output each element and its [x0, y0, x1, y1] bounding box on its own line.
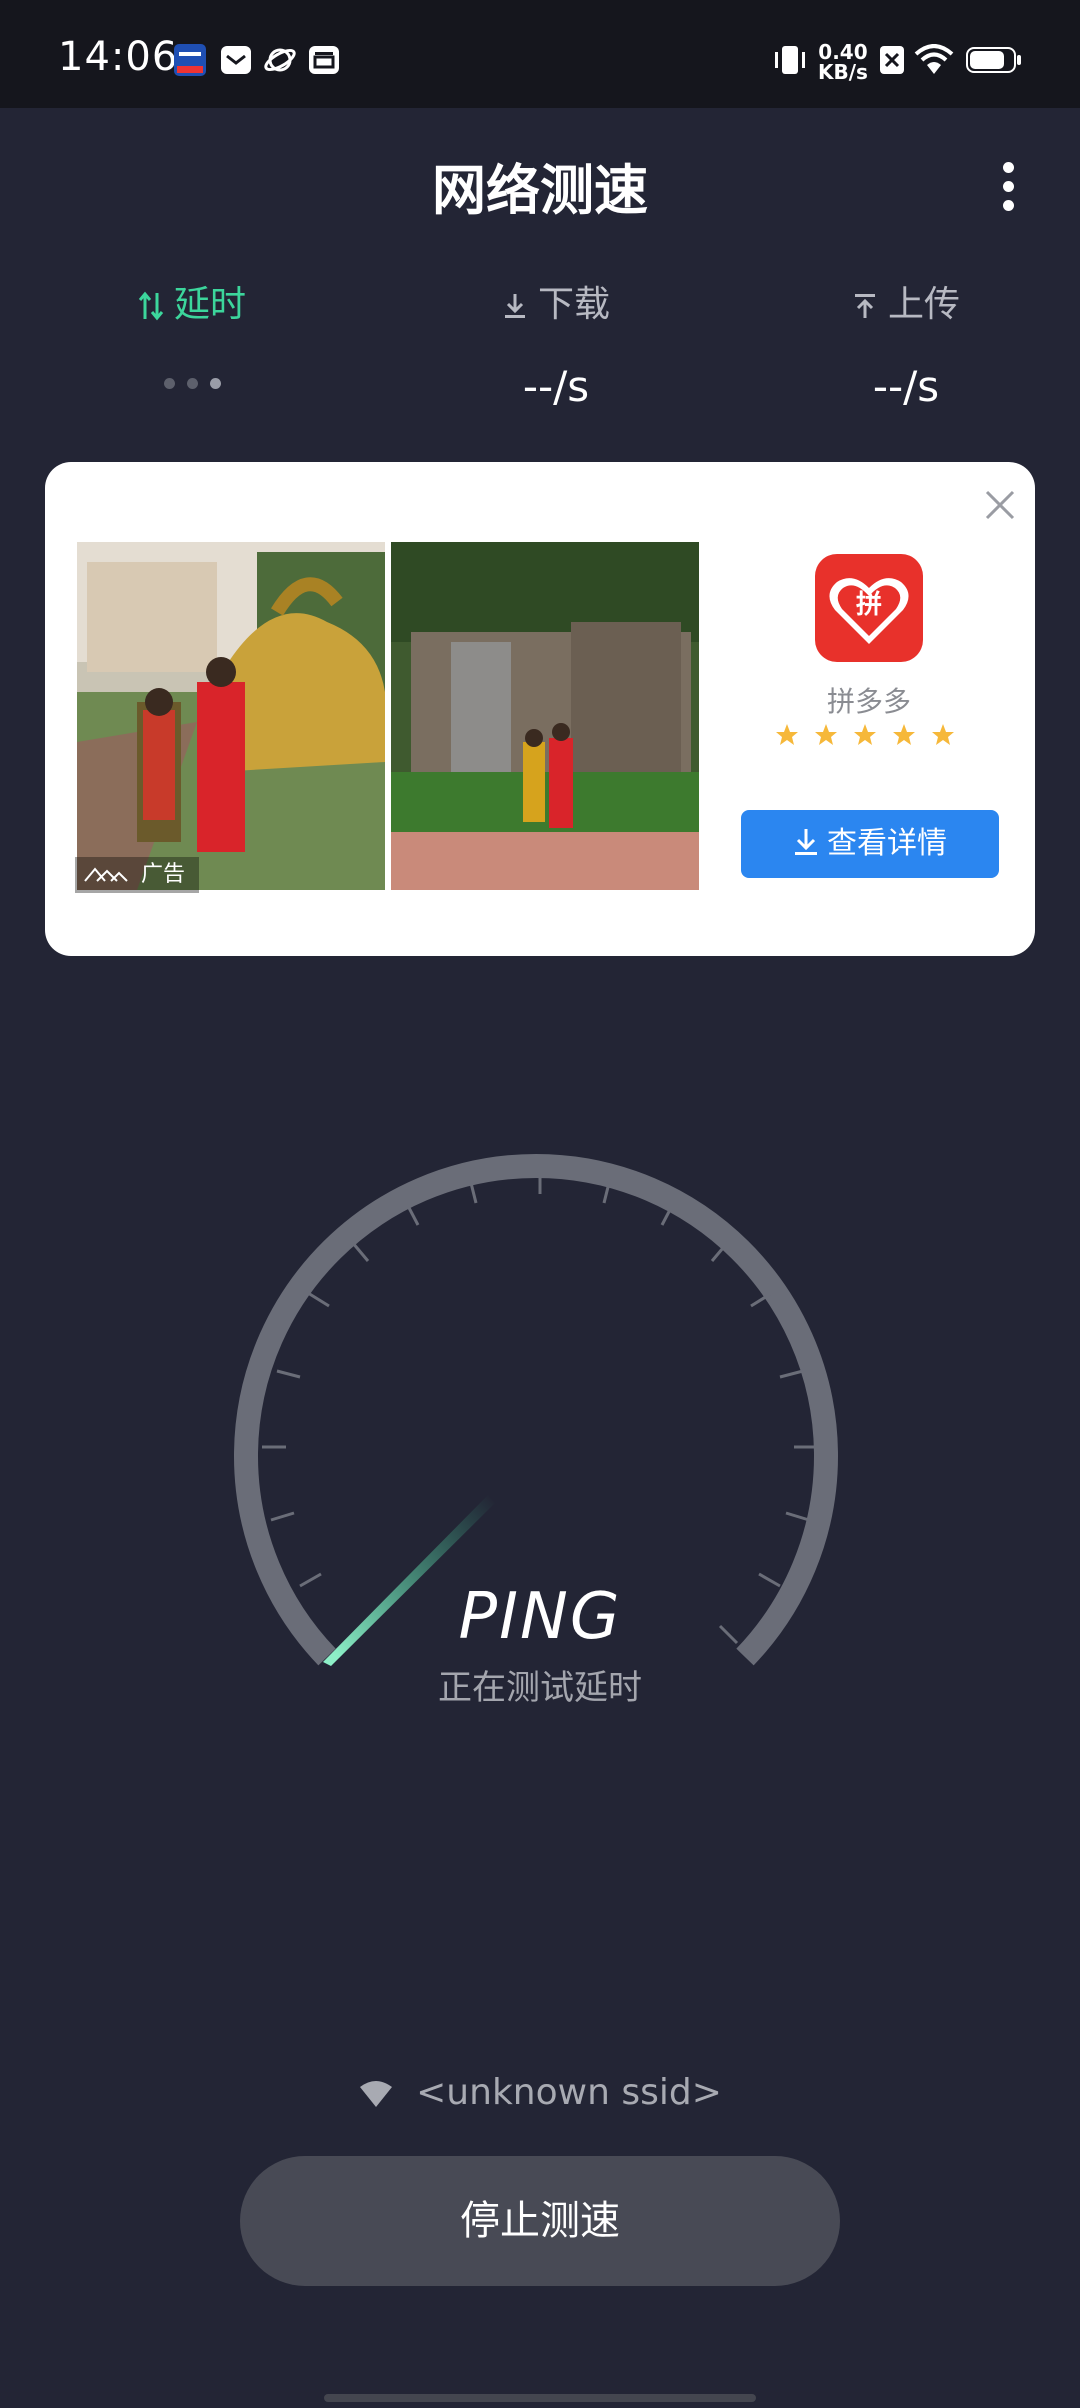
news-app-icon	[174, 44, 206, 76]
rating-stars	[775, 720, 963, 752]
view-details-button[interactable]: 查看详情	[741, 810, 999, 878]
ad-card[interactable]: 广告 拼 拼多多 查看详情	[45, 462, 1035, 956]
wifi-icon	[914, 44, 954, 76]
gauge-title: PING	[458, 1580, 622, 1654]
battery-icon	[966, 44, 1021, 76]
more-options-button[interactable]	[985, 152, 1033, 220]
more-vertical-icon-dot	[1003, 181, 1014, 192]
metric-download-header: 下载	[376, 280, 736, 330]
metric-upload-value: --/s	[872, 362, 940, 411]
ad-image-right[interactable]	[391, 542, 699, 890]
gauge-status: 正在测试延时	[438, 1668, 642, 1708]
view-details-label: 查看详情	[827, 826, 947, 861]
ad-app-name: 拼多多	[826, 685, 911, 718]
metric-latency-label: 延时	[173, 284, 246, 325]
metric-upload-label: 上传	[887, 284, 960, 325]
page-title: 网络测速	[432, 159, 648, 222]
latency-loading-dots	[12, 374, 372, 389]
wallet-icon	[308, 44, 340, 76]
ad-badge-label: 广告	[141, 862, 186, 887]
app-icon-pinduoduo[interactable]: 拼	[815, 554, 923, 662]
star-icon	[776, 724, 798, 745]
metric-download-label: 下载	[537, 284, 610, 325]
more-vertical-icon	[1003, 162, 1014, 173]
no-sim-icon	[878, 44, 910, 76]
star-icon	[854, 724, 876, 745]
network-speed-unit: KB/s	[818, 60, 868, 84]
metric-latency: 延时	[12, 280, 372, 389]
ad-image-left[interactable]	[77, 542, 385, 890]
metric-latency-header: 延时	[12, 280, 372, 330]
wifi-icon	[360, 2081, 393, 2107]
ad-logo-icon	[84, 867, 128, 882]
planet-icon	[264, 44, 296, 76]
more-vertical-icon-dot	[1003, 200, 1014, 211]
metrics-row: 延时 下载 --/s 上传 --/s	[0, 280, 1080, 430]
home-indicator[interactable]	[324, 2394, 756, 2402]
ssid-label: <unknown ssid>	[416, 2072, 722, 2113]
network-speed-value: 0.40	[818, 40, 868, 64]
metric-upload: 上传 --/s	[726, 280, 1080, 411]
upload-icon	[854, 294, 875, 318]
mail-icon	[220, 44, 252, 76]
download-icon	[504, 294, 525, 318]
app-icon-label: 拼	[855, 590, 882, 620]
stop-test-button[interactable]: 停止测速	[240, 2156, 840, 2286]
metric-download-value: --/s	[522, 362, 590, 411]
download-icon	[795, 828, 817, 855]
arrows-up-down-icon	[138, 291, 164, 321]
star-icon	[815, 724, 837, 745]
status-bar: 14:06 0.40 KB/s	[0, 0, 1080, 108]
close-icon	[985, 490, 1015, 520]
network-speed-indicator: 0.40 KB/s	[818, 42, 868, 82]
ad-badge: 广告	[75, 857, 199, 893]
network-info: <unknown ssid>	[0, 2072, 1080, 2113]
star-icon	[893, 724, 915, 745]
vibrate-icon	[772, 44, 805, 76]
metric-download: 下载 --/s	[376, 280, 736, 411]
star-icon	[932, 724, 954, 745]
status-time: 14:06	[58, 34, 179, 80]
ad-close-button[interactable]	[981, 486, 1019, 524]
app-header: 网络测速	[0, 108, 1080, 258]
metric-upload-header: 上传	[726, 280, 1080, 330]
gauge-ticks	[262, 1170, 818, 1645]
